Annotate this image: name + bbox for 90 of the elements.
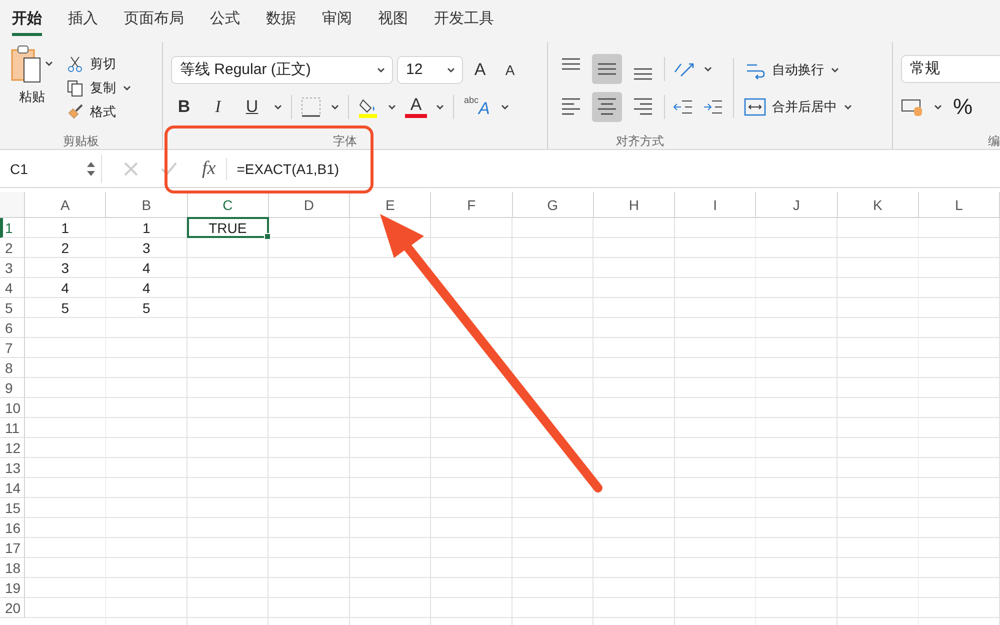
table-cell-text: 3: [60, 258, 70, 277]
row-header[interactable]: 19: [0, 578, 25, 598]
table-cell-text: 4: [141, 258, 152, 277]
row-header[interactable]: 14: [0, 478, 25, 498]
row-header[interactable]: 18: [0, 558, 25, 578]
horizontal-align-button[interactable]: [592, 92, 622, 122]
row-header[interactable]: 2: [0, 238, 25, 258]
table-cell-text: 3: [141, 238, 152, 257]
column-header[interactable]: G: [512, 192, 594, 218]
row-header[interactable]: 6: [0, 318, 25, 338]
font-size-dropdown[interactable]: 12: [397, 56, 463, 84]
row-header[interactable]: 13: [0, 458, 25, 478]
align-icon: [598, 62, 616, 74]
group-label: 编: [987, 133, 1000, 149]
row-header[interactable]: 12: [0, 438, 25, 458]
formula-text[interactable]: =EXACT(A1,B1): [226, 160, 340, 176]
column-header[interactable]: E: [350, 192, 432, 218]
underline-button[interactable]: U: [239, 94, 265, 120]
shrink-font-button[interactable]: A: [497, 56, 523, 82]
check-icon[interactable]: [160, 160, 178, 178]
ribbon-tab[interactable]: 审阅: [322, 2, 352, 36]
number-format-field[interactable]: 常规: [901, 54, 1000, 82]
ribbon-tab[interactable]: 开发工具: [434, 2, 494, 36]
row-header[interactable]: 15: [0, 498, 25, 518]
font-name-dropdown[interactable]: 等线 Regular (正文): [171, 56, 393, 84]
font-color-button[interactable]: A: [405, 96, 427, 118]
vertical-align-button[interactable]: [592, 54, 622, 84]
column-header[interactable]: J: [756, 192, 838, 218]
ribbon-tab[interactable]: 插入: [68, 2, 98, 36]
table-cell-text: 5: [141, 298, 152, 317]
row-header[interactable]: 20: [0, 598, 25, 618]
bold-button[interactable]: B: [171, 94, 197, 120]
italic-button[interactable]: I: [205, 94, 231, 120]
function-label[interactable]: fx: [192, 158, 227, 180]
group-label: 字体: [332, 133, 358, 149]
table-cell-text: 1: [141, 218, 152, 237]
table-cell-text: 2: [60, 238, 70, 257]
merge-center-button[interactable]: 合并后居中: [742, 96, 855, 118]
percent-button[interactable]: %: [951, 92, 975, 120]
group-label: 对齐方式: [615, 133, 665, 149]
ribbon-tab[interactable]: 视图: [378, 2, 408, 36]
copy-icon: [66, 78, 84, 96]
align-icon: [598, 98, 616, 115]
align-icon: [562, 58, 580, 70]
scissors-icon: [66, 54, 84, 72]
currency-format-icon[interactable]: [901, 96, 925, 116]
align-icon: [634, 68, 652, 80]
align-icon: [634, 98, 652, 115]
column-header[interactable]: H: [594, 192, 675, 218]
cut-button[interactable]: 剪切: [64, 54, 134, 74]
copy-button[interactable]: 复制: [64, 78, 134, 98]
clipboard-icon: [10, 44, 54, 84]
row-header[interactable]: 8: [0, 358, 25, 378]
merge-icon: [744, 96, 766, 116]
row-header[interactable]: 9: [0, 378, 25, 398]
wrap-text-button[interactable]: 自动换行: [742, 58, 855, 82]
row-header[interactable]: 16: [0, 518, 25, 538]
column-header[interactable]: K: [838, 192, 919, 218]
row-header[interactable]: 7: [0, 338, 25, 358]
column-header[interactable]: L: [918, 192, 1000, 218]
row-header[interactable]: 10: [0, 398, 25, 418]
column-header[interactable]: A: [25, 192, 106, 218]
name-box[interactable]: C1: [2, 154, 102, 182]
fill-handle[interactable]: [264, 233, 271, 240]
table-cell-text: 4: [60, 278, 70, 297]
column-header[interactable]: B: [106, 192, 188, 218]
group-label: 剪贴板: [62, 133, 100, 149]
row-header[interactable]: 5: [0, 298, 25, 318]
ribbon-tab[interactable]: 公式: [210, 2, 240, 36]
row-header[interactable]: 4: [0, 278, 25, 298]
ribbon-tab[interactable]: 页面布局: [124, 2, 184, 36]
table-cell-text: 4: [141, 278, 152, 297]
format-painter-button[interactable]: 格式: [64, 102, 134, 122]
row-header[interactable]: 1: [0, 218, 25, 238]
row-header[interactable]: 3: [0, 258, 25, 278]
align-icon: [562, 98, 580, 115]
borders-icon[interactable]: [300, 96, 322, 118]
row-header[interactable]: 17: [0, 538, 25, 558]
grow-font-button[interactable]: A: [467, 56, 493, 82]
brush-icon: [66, 102, 84, 120]
table-cell-text: 1: [60, 218, 70, 237]
paste-button[interactable]: 粘贴: [8, 42, 56, 133]
column-header[interactable]: F: [431, 192, 512, 218]
row-header[interactable]: 11: [0, 418, 25, 438]
stepper-icon: [87, 160, 95, 176]
column-header[interactable]: D: [268, 192, 350, 218]
table-cell-text: 5: [60, 298, 70, 317]
column-header[interactable]: I: [675, 192, 756, 218]
table-cell: TRUE: [188, 218, 268, 237]
ribbon-tab[interactable]: 数据: [266, 2, 296, 36]
